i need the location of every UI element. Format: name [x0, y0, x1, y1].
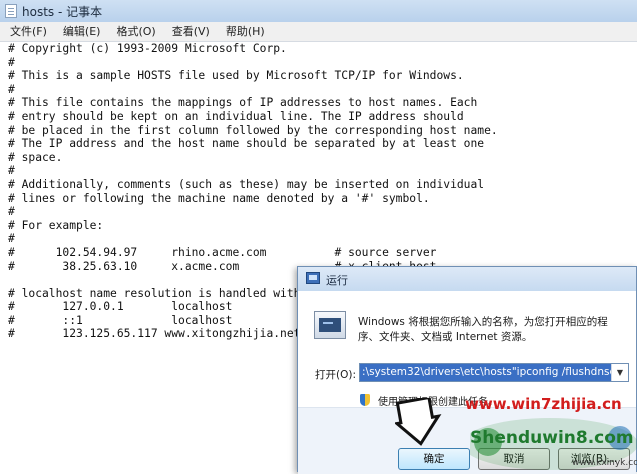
text-line: # space. — [8, 150, 63, 164]
menu-edit[interactable]: 编辑(E) — [53, 22, 107, 41]
text-line: # For example: — [8, 218, 104, 232]
open-input[interactable]: :\system32\drivers\etc\hosts"ipconfig /f… — [360, 364, 612, 381]
menu-view[interactable]: 查看(V) — [162, 22, 216, 41]
text-line: # Copyright (c) 1993-2009 Microsoft Corp… — [8, 42, 287, 55]
run-dialog-title-bar: 运行 — [298, 267, 636, 291]
text-line: # — [8, 55, 15, 69]
run-dialog-title: 运行 — [326, 274, 348, 287]
text-line: # — [8, 82, 15, 96]
program-icon — [314, 311, 346, 339]
menu-format[interactable]: 格式(O) — [106, 22, 161, 41]
chevron-down-icon[interactable]: ▼ — [611, 364, 628, 381]
text-line: # lines or following the machine name de… — [8, 191, 430, 205]
menu-help[interactable]: 帮助(H) — [216, 22, 271, 41]
run-description: Windows 将根据您所输入的名称，为您打开相应的程序、文件夹、文档或 Int… — [358, 316, 608, 343]
text-line: # — [8, 232, 15, 246]
notepad-app-icon — [5, 4, 17, 18]
open-label: 打开(O): — [315, 369, 356, 381]
arrow-icon — [395, 398, 442, 446]
text-line: # This file contains the mappings of IP … — [8, 96, 478, 110]
open-combobox[interactable]: :\system32\drivers\etc\hosts"ipconfig /f… — [359, 363, 629, 382]
notepad-title-bar: hosts - 记事本 — [0, 0, 637, 23]
run-icon — [306, 272, 320, 284]
menu-file[interactable]: 文件(F) — [0, 22, 53, 41]
text-line: # — [8, 205, 15, 219]
ok-button[interactable]: 确定 — [398, 448, 470, 470]
menu-bar: 文件(F) 编辑(E) 格式(O) 查看(V) 帮助(H) — [0, 22, 637, 42]
text-line: # — [8, 164, 15, 178]
text-line: # The IP address and the host name shoul… — [8, 137, 485, 151]
watermark-url: www.kxinyk.com — [572, 458, 637, 468]
text-line: # 102.54.94.97 rhino.acme.com # source s… — [8, 245, 437, 259]
window-title: hosts - 记事本 — [22, 5, 103, 19]
run-dialog-body: Windows 将根据您所输入的名称，为您打开相应的程序、文件夹、文档或 Int… — [298, 291, 636, 408]
watermark-brand: Shenduwin8.com — [470, 428, 634, 448]
shield-icon — [360, 394, 370, 406]
text-line: # be placed in the first column followed… — [8, 123, 498, 137]
text-line: # Additionally, comments (such as these)… — [8, 177, 485, 191]
text-line: # entry should be kept on an individual … — [8, 109, 464, 123]
text-line: # This is a sample HOSTS file used by Mi… — [8, 69, 464, 83]
